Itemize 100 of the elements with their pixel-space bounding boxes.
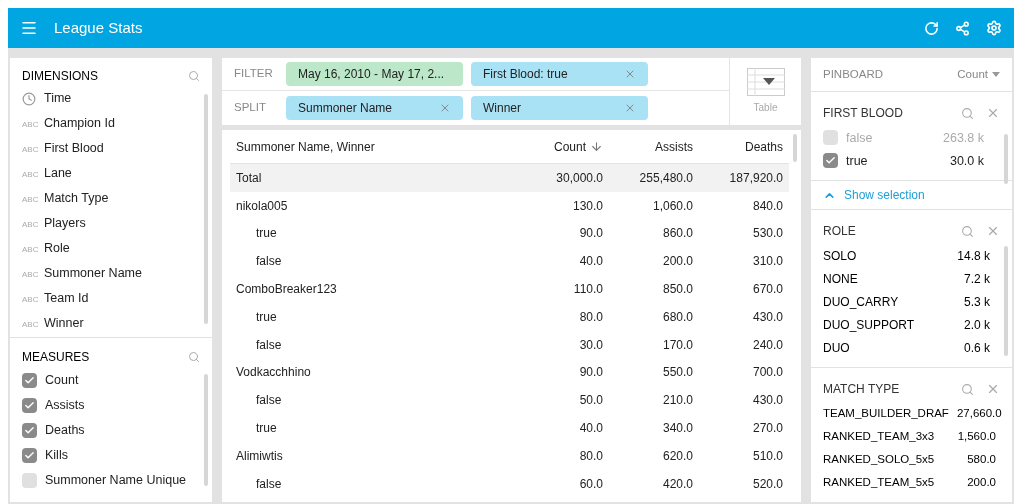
measure-item[interactable]: Kills bbox=[22, 443, 212, 468]
dimension-item[interactable]: ABC Role bbox=[22, 236, 212, 261]
column-header[interactable]: Deaths bbox=[699, 137, 789, 156]
dimension-item[interactable]: Time bbox=[22, 86, 212, 111]
check-icon bbox=[24, 450, 35, 461]
refresh-icon[interactable] bbox=[924, 20, 939, 36]
search-icon[interactable] bbox=[961, 382, 974, 396]
table-cell-text: 670.0 bbox=[751, 281, 784, 299]
dimension-item[interactable]: ABC First Blood bbox=[22, 136, 212, 161]
dimension-item[interactable]: ABC Summoner Name bbox=[22, 261, 212, 286]
table-cell-text: 340.0 bbox=[661, 420, 694, 438]
type-label: ABC bbox=[22, 320, 39, 330]
close-icon[interactable] bbox=[986, 224, 1000, 238]
checkbox[interactable] bbox=[22, 373, 37, 388]
filter-option[interactable]: true 30.0 k bbox=[823, 149, 1000, 173]
settings-icon[interactable] bbox=[986, 20, 1002, 36]
measure-item[interactable]: Count bbox=[22, 368, 212, 393]
dimension-item[interactable]: ABC Players bbox=[22, 211, 212, 236]
menu-icon[interactable] bbox=[20, 19, 38, 37]
table-cell-text: 80.0 bbox=[578, 447, 604, 465]
dimension-item[interactable]: ABC Lane bbox=[22, 161, 212, 186]
table-icon bbox=[746, 68, 785, 96]
table-cell-text: 840.0 bbox=[751, 197, 784, 215]
table-cell-text: 255,480.0 bbox=[638, 169, 694, 187]
scrollbar[interactable] bbox=[204, 94, 208, 324]
table-cell-text: 510.0 bbox=[751, 447, 784, 465]
section-title: MATCH TYPE bbox=[823, 381, 901, 398]
dimension-item[interactable]: ABC Team Id bbox=[22, 286, 212, 311]
table-cell-text: 200.0 bbox=[661, 253, 694, 271]
checkbox[interactable] bbox=[22, 473, 37, 488]
search-icon[interactable] bbox=[188, 70, 200, 82]
pinboard-title: PINBOARD bbox=[823, 67, 885, 83]
dimension-item[interactable]: ABC Winner bbox=[22, 311, 212, 336]
checkbox[interactable] bbox=[22, 448, 37, 463]
column-header[interactable]: Summoner Name, Winner bbox=[230, 137, 519, 156]
table-cell-text: false bbox=[255, 475, 283, 493]
table-cell-text: 1,060.0 bbox=[651, 197, 694, 215]
remove-icon[interactable] bbox=[624, 68, 636, 80]
scrollbar[interactable] bbox=[204, 374, 208, 486]
share-icon[interactable] bbox=[955, 20, 970, 36]
type-label: ABC bbox=[22, 270, 39, 280]
clock-icon bbox=[22, 91, 36, 106]
checkbox[interactable] bbox=[22, 398, 37, 413]
table-cell-text: 620.0 bbox=[661, 447, 694, 465]
pin-row[interactable]: SOLO 14.8 k bbox=[823, 244, 1000, 267]
dimension-item[interactable]: ABC Match Type bbox=[22, 186, 212, 211]
table-cell-text: 50.0 bbox=[578, 392, 604, 410]
measure-dropdown[interactable]: Count bbox=[957, 66, 1000, 84]
table-cell-text: Vodkacchhino bbox=[235, 364, 312, 382]
shelf-pill[interactable]: May 16, 2010 - May 17, 2... bbox=[286, 62, 463, 86]
type-label: ABC bbox=[22, 170, 39, 180]
shelf-pill[interactable]: Winner bbox=[471, 95, 648, 120]
type-label: ABC bbox=[22, 220, 39, 230]
scrollbar[interactable] bbox=[1004, 246, 1008, 356]
measure-item[interactable]: Summoner Name Unique bbox=[22, 468, 212, 493]
column-header[interactable]: Count bbox=[519, 137, 609, 156]
checkbox[interactable] bbox=[823, 130, 838, 146]
search-icon[interactable] bbox=[188, 351, 200, 363]
section-title: MEASURES bbox=[22, 349, 91, 366]
checkbox[interactable] bbox=[22, 423, 37, 438]
table-cell-text: Alimiwtis bbox=[235, 447, 284, 465]
table-cell-text: 40.0 bbox=[578, 253, 604, 271]
pin-row[interactable]: DUO_CARRY 5.3 k bbox=[823, 290, 1000, 313]
measure-item[interactable]: Assists bbox=[22, 393, 212, 418]
shelf-pill[interactable]: First Blood: true bbox=[471, 62, 648, 86]
pin-row[interactable]: RANKED_TEAM_3x3 1,560.0 bbox=[823, 425, 1000, 448]
table-cell-text: 550.0 bbox=[661, 364, 694, 382]
checkbox[interactable] bbox=[823, 153, 838, 169]
search-icon[interactable] bbox=[961, 106, 974, 120]
dimension-item[interactable]: ABC Champion Id bbox=[22, 111, 212, 136]
type-label: ABC bbox=[22, 195, 39, 205]
sort-arrow-icon bbox=[590, 140, 603, 153]
pin-row[interactable]: DUO_SUPPORT 2.0 k bbox=[823, 313, 1000, 336]
scrollbar[interactable] bbox=[793, 134, 797, 162]
section-title: ROLE bbox=[823, 223, 857, 240]
table-cell-text: nikola005 bbox=[235, 197, 289, 215]
table-cell-text: 30.0 bbox=[578, 336, 604, 354]
pin-row[interactable]: TEAM_BUILDER_DRAF 27,660.0 bbox=[823, 402, 1000, 425]
table-cell-text: 420.0 bbox=[661, 475, 694, 493]
table-cell-text: ComboBreaker123 bbox=[235, 281, 338, 299]
table-cell-text: 30,000.0 bbox=[555, 169, 604, 187]
table-cell-text: 80.0 bbox=[578, 308, 604, 326]
close-icon[interactable] bbox=[986, 382, 1000, 396]
section-title: FIRST BLOOD bbox=[823, 105, 904, 123]
table-cell-text: 210.0 bbox=[661, 392, 694, 410]
table-cell-text: 860.0 bbox=[661, 225, 694, 243]
scrollbar[interactable] bbox=[1004, 134, 1008, 185]
measure-item[interactable]: Deaths bbox=[22, 418, 212, 443]
table-cell-text: 90.0 bbox=[578, 364, 604, 382]
table-cell-text: 850.0 bbox=[661, 281, 694, 299]
check-icon bbox=[24, 425, 35, 436]
shelf-pill[interactable]: Summoner Name bbox=[286, 95, 463, 120]
pin-row[interactable]: DUO 0.6 k bbox=[823, 336, 1000, 359]
pin-row[interactable]: RANKED_SOLO_5x5 580.0 bbox=[823, 448, 1000, 471]
table-cell-text: 240.0 bbox=[751, 336, 784, 354]
pin-row[interactable]: RANKED_TEAM_5x5 200.0 bbox=[823, 471, 1000, 494]
pin-row[interactable]: NONE 7.2 k bbox=[823, 267, 1000, 290]
search-icon[interactable] bbox=[961, 224, 974, 238]
table-cell-text: 430.0 bbox=[751, 392, 784, 410]
column-header[interactable]: Assists bbox=[609, 137, 699, 156]
